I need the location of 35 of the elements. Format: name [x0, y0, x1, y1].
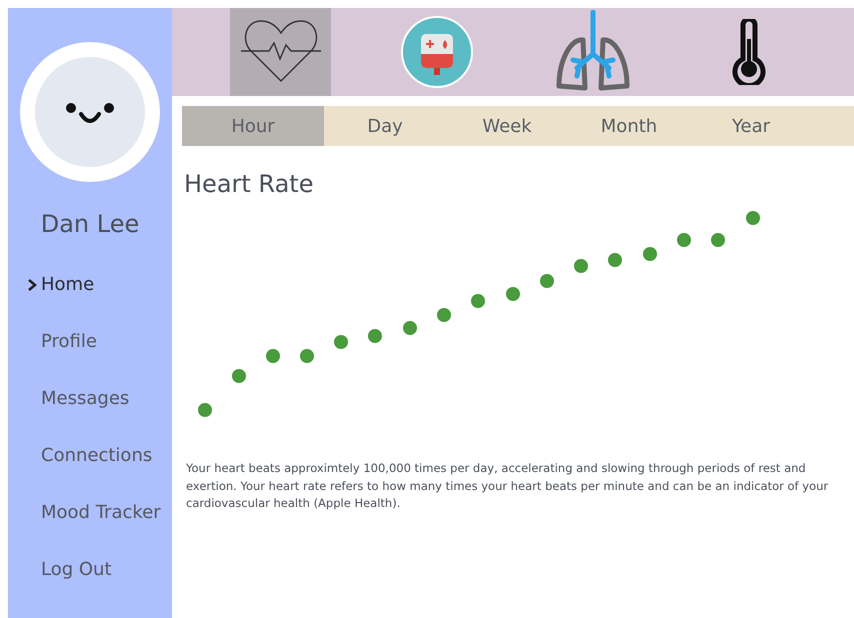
user-name: Dan Lee [40, 210, 140, 238]
data-point [643, 247, 657, 261]
data-point [471, 294, 485, 308]
period-tab[interactable]: Year [690, 106, 812, 146]
data-point [506, 287, 520, 301]
data-point [368, 329, 382, 343]
smiley-face-icon [34, 56, 146, 168]
data-point [711, 233, 725, 247]
data-point [540, 274, 554, 288]
chart-title: Heart Rate [184, 170, 314, 198]
data-point [403, 321, 417, 335]
data-point [677, 233, 691, 247]
period-tab[interactable]: Week [446, 106, 568, 146]
data-point [198, 403, 212, 417]
nav-link[interactable]: Profile [8, 313, 172, 370]
data-point [608, 253, 622, 267]
nav-link[interactable]: Home [8, 256, 172, 313]
nav-link[interactable]: Log Out [8, 541, 172, 598]
chevron-icon [27, 278, 37, 290]
data-point [334, 335, 348, 349]
description-text: Your heart beats approximtely 100,000 times per day, accelerating and slowing through periods of rest and exertion. Your heart rate refers to how many times your heart beats per minute and can be an indicator of your cardiovascular health (Apple Health). [186, 460, 830, 512]
data-point [300, 349, 314, 363]
data-point [437, 308, 451, 322]
metric-tab[interactable] [230, 8, 331, 96]
period-tab[interactable]: Month [568, 106, 690, 146]
nav-link[interactable]: Messages [8, 370, 172, 427]
data-point [746, 211, 760, 225]
data-point [266, 349, 280, 363]
data-point [574, 259, 588, 273]
period-tab[interactable]: Day [324, 106, 446, 146]
period-tab[interactable]: Hour [182, 106, 324, 146]
nav-link[interactable]: Mood Tracker [8, 484, 172, 541]
blood-bag-icon [400, 16, 472, 88]
data-point [232, 369, 246, 383]
nav-link[interactable]: Connections [8, 427, 172, 484]
